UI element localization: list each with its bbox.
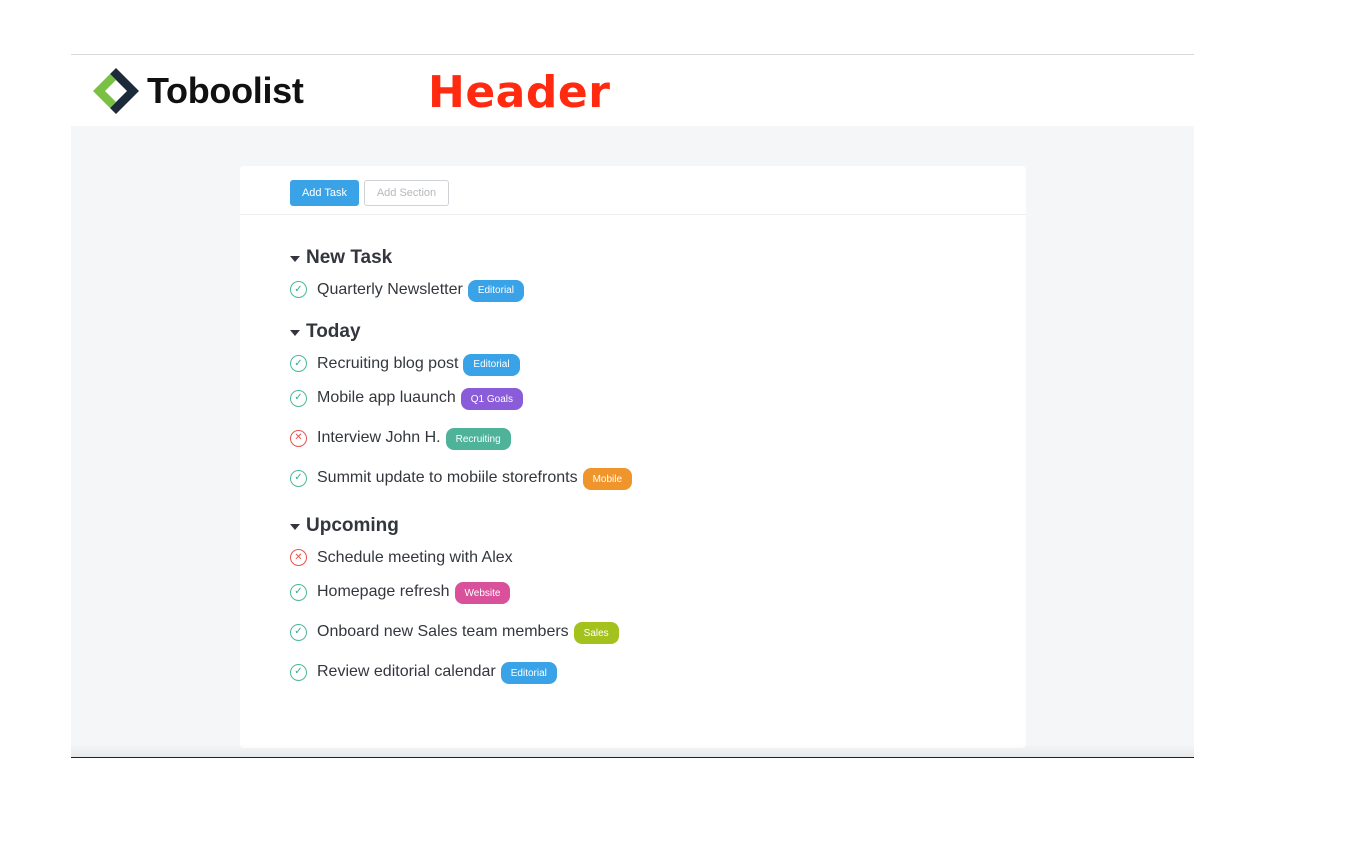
task-row[interactable]: ✓ Summit update to mobiile storefronts Mob… bbox=[290, 458, 1026, 498]
section-title: Upcoming bbox=[306, 515, 399, 536]
check-circle-icon[interactable]: ✓ bbox=[290, 281, 307, 298]
add-task-button[interactable]: Add Task bbox=[290, 180, 359, 206]
task-tag[interactable]: Editorial bbox=[467, 279, 524, 302]
task-toolbar: Add Task Add Section bbox=[240, 166, 1026, 215]
section-header[interactable]: New Task bbox=[290, 247, 1026, 269]
add-section-button[interactable]: Add Section bbox=[364, 180, 449, 206]
brand-logo[interactable]: Toboolist bbox=[91, 65, 304, 117]
check-circle-icon[interactable]: ✓ bbox=[290, 469, 307, 487]
section-title: New Task bbox=[306, 247, 393, 268]
task-section: New Task ✓ Quarterly Newsletter Editorial bbox=[290, 247, 1026, 304]
task-tag[interactable]: Editorial bbox=[500, 662, 557, 684]
task-tag[interactable]: Mobile bbox=[582, 468, 633, 490]
app-window: Toboolist Header Add Task Add Section Ne… bbox=[71, 54, 1194, 758]
task-tag[interactable]: Website bbox=[454, 582, 511, 604]
top-bar: Toboolist Header bbox=[71, 55, 1194, 126]
task-list: New Task ✓ Quarterly Newsletter Editorial To… bbox=[240, 215, 1026, 692]
check-circle-icon[interactable]: ✓ bbox=[290, 663, 307, 681]
section-title: Today bbox=[306, 321, 361, 342]
caret-down-icon[interactable] bbox=[290, 256, 300, 262]
task-name: Mobile app luaunch bbox=[317, 389, 456, 406]
check-circle-icon[interactable]: ✓ bbox=[290, 355, 307, 372]
check-circle-icon[interactable]: ✓ bbox=[290, 389, 307, 407]
task-row[interactable]: ✕ Schedule meeting with Alex bbox=[290, 543, 1026, 572]
check-circle-icon[interactable]: ✓ bbox=[290, 583, 307, 601]
task-tag[interactable]: Sales bbox=[573, 622, 619, 644]
task-row[interactable]: ✓ Quarterly Newsletter Editorial bbox=[290, 275, 1026, 304]
task-row[interactable]: ✕ Interview John H. Recruiting bbox=[290, 418, 1026, 458]
caret-down-icon[interactable] bbox=[290, 330, 300, 336]
task-name: Homepage refresh bbox=[317, 583, 450, 600]
task-name: Review editorial calendar bbox=[317, 663, 496, 680]
diamond-chevron-logo-icon bbox=[91, 66, 141, 116]
task-name: Schedule meeting with Alex bbox=[317, 548, 513, 566]
task-row[interactable]: ✓ Homepage refresh Website bbox=[290, 572, 1026, 612]
header-label: Header bbox=[428, 67, 611, 118]
task-name: Recruiting blog post bbox=[317, 354, 459, 372]
task-tag[interactable]: Recruiting bbox=[445, 428, 511, 450]
x-circle-icon[interactable]: ✕ bbox=[290, 429, 307, 447]
task-name: Onboard new Sales team members bbox=[317, 623, 569, 640]
task-card: Add Task Add Section New Task ✓ Quarterly … bbox=[240, 166, 1026, 748]
task-section: Today ✓ Recruiting blog post Editorial ✓ Mobi… bbox=[290, 321, 1026, 498]
brand-name: Toboolist bbox=[147, 70, 304, 111]
task-section: Upcoming ✕ Schedule meeting with Alex ✓ Home… bbox=[290, 515, 1026, 692]
task-name: Summit update to mobiile storefronts bbox=[317, 469, 578, 486]
frame-bottom-border bbox=[71, 757, 1194, 758]
task-row[interactable]: ✓ Review editorial calendar Editorial bbox=[290, 652, 1026, 692]
task-row[interactable]: ✓ Recruiting blog post Editorial bbox=[290, 349, 1026, 378]
task-tag[interactable]: Editorial bbox=[463, 353, 520, 376]
section-header[interactable]: Today bbox=[290, 321, 1026, 343]
caret-down-icon[interactable] bbox=[290, 524, 300, 530]
task-row[interactable]: ✓ Mobile app luaunch Q1 Goals bbox=[290, 378, 1026, 418]
section-header[interactable]: Upcoming bbox=[290, 515, 1026, 537]
task-row[interactable]: ✓ Onboard new Sales team members Sales bbox=[290, 612, 1026, 652]
task-name: Quarterly Newsletter bbox=[317, 280, 463, 298]
x-circle-icon[interactable]: ✕ bbox=[290, 549, 307, 566]
bottom-shadow bbox=[71, 744, 1194, 758]
task-name: Interview John H. bbox=[317, 429, 441, 446]
check-circle-icon[interactable]: ✓ bbox=[290, 623, 307, 641]
task-tag[interactable]: Q1 Goals bbox=[460, 388, 524, 410]
